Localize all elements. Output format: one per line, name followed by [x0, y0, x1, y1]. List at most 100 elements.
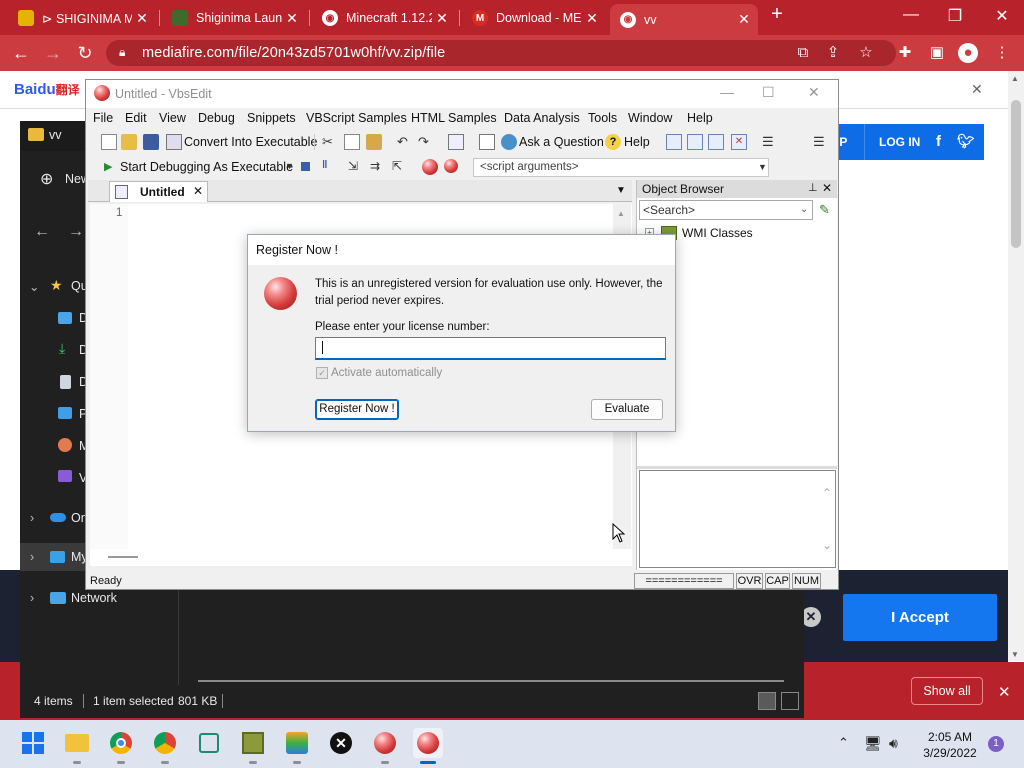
app-taskbar[interactable] [194, 728, 224, 758]
close-panel-icon[interactable]: ✕ [822, 181, 832, 195]
pin-icon[interactable]: ⊥ [808, 181, 818, 194]
register-now-button[interactable]: Register Now ! [315, 399, 399, 420]
bookmark-star-icon[interactable]: ☆ [856, 43, 876, 63]
browser-tab-1[interactable]: ⊳ SHIGINIMA M ✕ [8, 4, 156, 32]
scroll-up-icon[interactable]: ▲ [1011, 74, 1019, 83]
breakpoint-icon[interactable] [422, 159, 438, 175]
system-clock[interactable]: 2:05 AM 3/29/2022 [920, 729, 980, 761]
horizontal-scroll-thumb[interactable] [108, 556, 138, 558]
chrome-profile-taskbar[interactable] [150, 728, 180, 758]
volume-icon[interactable]: 🔊︎ [889, 735, 898, 752]
save-icon[interactable] [143, 134, 159, 150]
extensions-puzzle-icon[interactable]: ✚ [895, 43, 915, 63]
url-text[interactable]: mediafire.com/file/20n43zd5701w0hf/vv.zi… [142, 45, 445, 61]
twitter-icon[interactable]: 🐦︎ [957, 133, 975, 150]
menu-file[interactable]: File [93, 111, 113, 125]
install-app-icon[interactable]: ⧉ [793, 43, 813, 63]
help-icon[interactable]: ? [605, 134, 621, 150]
notification-badge[interactable]: 1 [988, 736, 1004, 752]
step-out-icon[interactable]: ⇱ [392, 159, 408, 175]
menu-tools[interactable]: Tools [588, 111, 617, 125]
expand-chevron-icon[interactable]: › [30, 550, 34, 564]
menu-snippets[interactable]: Snippets [247, 111, 296, 125]
ask-question-icon[interactable] [501, 134, 517, 150]
menu-view[interactable]: View [159, 111, 186, 125]
accept-cookies-button[interactable]: I Accept [843, 594, 997, 641]
minimize-icon[interactable]: — [899, 6, 923, 24]
vbsedit-taskbar-2[interactable] [413, 728, 443, 758]
chevron-down-icon[interactable]: ▼ [758, 162, 767, 172]
indent-icon[interactable]: ☰ [762, 134, 778, 150]
chevron-down-icon[interactable]: ⌄ [800, 204, 808, 215]
network-status-icon[interactable]: 🖥︎ [864, 735, 882, 752]
menu-html-samples[interactable]: HTML Samples [411, 111, 497, 125]
close-window-icon[interactable]: ✕ [808, 84, 820, 101]
close-tab-icon[interactable]: ✕ [282, 10, 302, 27]
scroll-down-icon[interactable]: ⌄ [822, 538, 832, 552]
side-panel-icon[interactable]: ▣ [927, 43, 947, 63]
chrome-menu-icon[interactable]: ⋮ [992, 43, 1012, 63]
new-tab-icon[interactable]: + [765, 3, 789, 26]
baidu-translate-logo[interactable]: Baidu翻译 [14, 81, 80, 98]
login-link[interactable]: LOG IN [879, 135, 920, 149]
close-tab-icon[interactable]: ✕ [582, 10, 602, 27]
xbox-taskbar[interactable]: ✕ [326, 728, 356, 758]
clear-breakpoints-icon[interactable] [444, 159, 458, 173]
help-button[interactable]: Help [624, 135, 650, 149]
browser-tab-4[interactable]: M Download - ME ✕ [462, 4, 606, 32]
close-download-bar-icon[interactable]: ✕ [998, 683, 1011, 701]
comment-icon[interactable] [687, 134, 703, 150]
network-label[interactable]: Network [71, 591, 117, 605]
start-debugging-button[interactable]: Start Debugging As Executable [120, 160, 293, 174]
object-browser-icon[interactable] [448, 134, 464, 150]
close-tab-icon[interactable]: ✕ [193, 184, 203, 198]
tab-untitled[interactable]: Untitled ✕ [109, 181, 208, 202]
close-tab-icon[interactable]: ✕ [734, 11, 754, 28]
print-preview-icon[interactable] [479, 134, 495, 150]
horizontal-scrollbar[interactable] [198, 680, 784, 682]
chevron-down-icon[interactable]: ▼ [285, 161, 294, 171]
menu-edit[interactable]: Edit [125, 111, 147, 125]
file-explorer-taskbar[interactable] [62, 728, 92, 758]
close-window-icon[interactable]: ✕ [990, 6, 1014, 26]
chevron-down-icon[interactable]: ▼ [616, 185, 626, 196]
step-into-icon[interactable]: ⇲ [348, 159, 364, 175]
pause-icon[interactable]: ‖ [322, 159, 327, 171]
convert-into-executable-button[interactable]: Convert Into Executable [184, 135, 317, 149]
activate-automatically-checkbox[interactable]: ✓ Activate automatically [316, 367, 442, 379]
vbsedit-taskbar-1[interactable] [370, 728, 400, 758]
browser-tab-5-active[interactable]: ◉ vv ✕ [610, 4, 758, 35]
license-number-input[interactable] [315, 337, 666, 360]
window-icon[interactable] [666, 134, 682, 150]
uncomment-icon[interactable] [708, 134, 724, 150]
ask-a-question-button[interactable]: Ask a Question [519, 135, 604, 149]
expand-chevron-icon[interactable]: › [30, 591, 34, 605]
cut-icon[interactable]: ✂ [322, 134, 338, 150]
show-all-button[interactable]: Show all [911, 677, 983, 705]
remove-comment-icon[interactable]: ✕ [731, 134, 747, 150]
menu-debug[interactable]: Debug [198, 111, 235, 125]
menu-help[interactable]: Help [687, 111, 713, 125]
lock-icon[interactable]: 🔒︎ [119, 45, 125, 60]
undo-icon[interactable]: ↶ [397, 134, 413, 150]
minimize-icon[interactable]: — [720, 84, 734, 100]
new-file-icon[interactable] [101, 134, 117, 150]
profile-avatar-icon[interactable]: ● [958, 43, 978, 63]
share-icon[interactable]: ⇪ [823, 43, 843, 63]
browser-tab-2[interactable]: Shiginima Laun ✕ [162, 4, 306, 32]
scroll-down-icon[interactable]: ▼ [1011, 650, 1019, 659]
play-icon[interactable]: ▶ [104, 160, 112, 173]
start-button[interactable] [18, 728, 48, 758]
script-arguments-input[interactable]: <script arguments> [473, 158, 769, 177]
scroll-up-icon[interactable]: ⌃ [822, 486, 832, 500]
new-plus-icon[interactable]: ⊕ [40, 169, 53, 189]
step-over-icon[interactable]: ⇉ [370, 159, 386, 175]
open-folder-icon[interactable] [121, 134, 137, 150]
close-cookie-icon[interactable]: ✕ [801, 607, 821, 627]
forward-arrow-icon[interactable]: → [68, 223, 84, 241]
close-tab-icon[interactable]: ✕ [432, 10, 452, 27]
copy-icon[interactable] [344, 134, 360, 150]
menu-window[interactable]: Window [628, 111, 672, 125]
checkbox-checked-icon[interactable]: ✓ [316, 367, 328, 379]
menu-data-analysis[interactable]: Data Analysis [504, 111, 580, 125]
